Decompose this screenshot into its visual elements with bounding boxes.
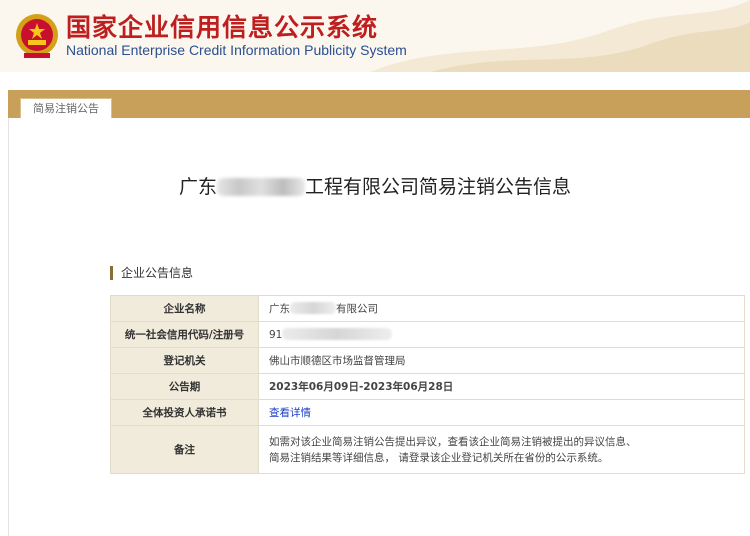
tab-simple-deregistration[interactable]: 简易注销公告 [20,98,112,118]
announcement-table: 企业名称 广东 有限公司 统一社会信用代码/注册号 91 登记机关 佛山市顺德区市… [110,295,745,474]
table-row: 公告期 2023年06月09日-2023年06月28日 [110,373,745,400]
field-label: 统一社会信用代码/注册号 [110,321,259,348]
page-title: 广东 工程有限公司简易注销公告信息 [178,176,572,198]
view-details-link[interactable]: 查看详情 [269,407,311,419]
field-label: 公告期 [110,373,259,400]
site-title-en: National Enterprise Credit Information P… [66,42,407,58]
redacted-text [217,178,305,196]
announcement-period-value: 2023年06月09日-2023年06月28日 [258,373,745,400]
site-title-cn: 国家企业信用信息公示系统 [66,13,379,42]
table-row: 备注 如需对该企业简易注销公告提出异议，查看该企业简易注销被提出的异议信息、 简… [110,425,745,474]
section-title: 企业公告信息 [110,266,193,280]
field-label: 登记机关 [110,347,259,374]
redacted-text [282,328,393,340]
registration-authority-value: 佛山市顺德区市场监督管理局 [258,347,745,374]
company-name-value: 广东 有限公司 [258,295,745,322]
table-row: 统一社会信用代码/注册号 91 [110,321,745,348]
tab-bar: 简易注销公告 [8,90,750,118]
site-header: 国家企业信用信息公示系统 National Enterprise Credit … [0,0,750,72]
field-label: 备注 [110,425,259,474]
national-emblem-icon [16,14,58,58]
commitment-cell: 查看详情 [258,399,745,426]
field-label: 全体投资人承诺书 [110,399,259,426]
field-label: 企业名称 [110,295,259,322]
table-row: 全体投资人承诺书 查看详情 [110,399,745,426]
redacted-text [290,302,336,314]
table-row: 企业名称 广东 有限公司 [110,295,745,322]
remark-value: 如需对该企业简易注销公告提出异议，查看该企业简易注销被提出的异议信息、 简易注销… [258,425,745,474]
credit-code-value: 91 [258,321,745,348]
header-decoration [370,0,750,72]
table-row: 登记机关 佛山市顺德区市场监督管理局 [110,347,745,374]
